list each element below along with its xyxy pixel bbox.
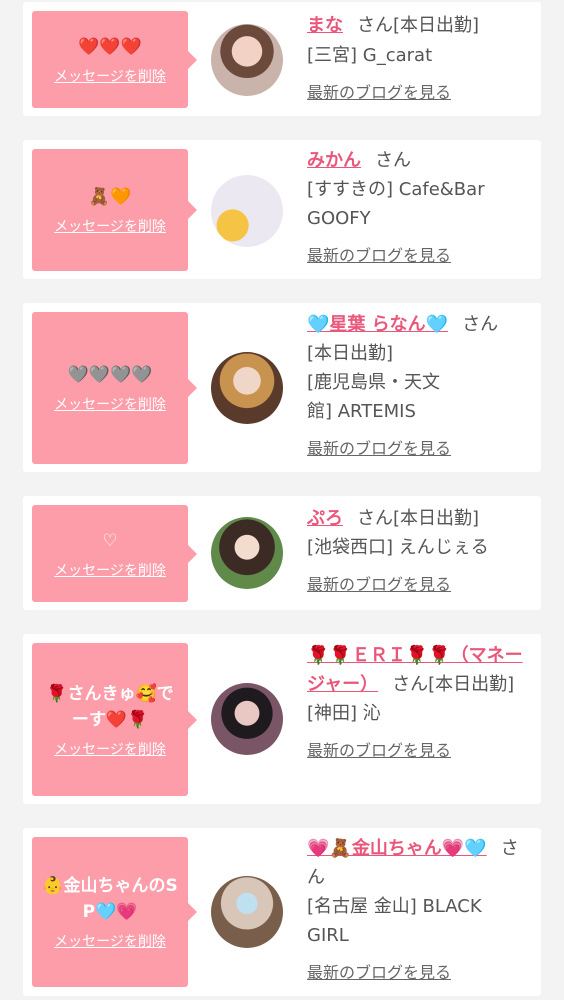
honorific: さん [392,674,429,695]
message-bubble: 🌹さんきゅ🥰でーす❤️🌹 メッセージを削除 [32,643,197,796]
avatar[interactable] [211,876,283,948]
status-text: [本日出勤] [307,343,394,364]
status-text: [本日出勤] [393,15,480,36]
avatar[interactable] [211,175,283,247]
blog-link[interactable]: 最新のブログを見る [307,958,535,987]
message-card: ♡ メッセージを削除 ぷろ さん[本日出勤] [池袋西口] えんじぇる 最新のブロ… [23,496,541,610]
blog-link[interactable]: 最新のブログを見る [307,570,535,599]
shop-text: [池袋西口] えんじぇる [307,537,489,558]
honorific: さん [357,508,393,529]
message-card: ❤️❤️❤️ メッセージを削除 まな さん[本日出勤] [三宮] G_carat … [23,2,541,116]
delete-message-link[interactable]: メッセージを削除 [54,560,166,580]
message-text: 🧸🧡 [88,187,132,207]
message-text: 🩶🩶🩶🩶 [67,365,153,385]
honorific: さん [375,150,411,171]
shop-text: [すすきの] Cafe&Bar [307,179,485,200]
message-card: 🧸🧡 メッセージを削除 みかん さん [すすきの] Cafe&Bar GOOFY … [23,140,541,279]
cast-info: ぷろ さん[本日出勤] [池袋西口] えんじぇる 最新のブログを見る [307,504,535,599]
message-bubble: 🩶🩶🩶🩶 メッセージを削除 [32,312,197,464]
message-bubble: ♡ メッセージを削除 [32,505,197,602]
cast-info: まな さん[本日出勤] [三宮] G_carat 最新のブログを見る [307,11,535,107]
cast-name-link[interactable]: ぷろ [307,508,343,529]
avatar[interactable] [211,517,283,589]
shop-text: GIRL [307,925,349,946]
blog-link[interactable]: 最新のブログを見る [307,241,535,270]
message-card: 👶金山ちゃんのSP🩵💗 メッセージを削除 💗🧸金山ちゃん💗🩵 さん [名古屋 金山… [23,828,541,996]
message-bubble: 👶金山ちゃんのSP🩵💗 メッセージを削除 [32,837,197,987]
message-bubble: 🧸🧡 メッセージを削除 [32,149,197,271]
status-text: [本日出勤] [393,508,480,529]
shop-text: GOOFY [307,208,371,229]
delete-message-link[interactable]: メッセージを削除 [54,394,166,414]
status-text: [本日出勤] [428,674,515,695]
shop-text: [三宮] G_carat [307,45,433,66]
blog-link[interactable]: 最新のブログを見る [307,434,535,463]
shop-text: [神田] 沁 [307,703,381,724]
shop-text: [名古屋 金山] BLACK [307,896,482,917]
message-card: 🌹さんきゅ🥰でーす❤️🌹 メッセージを削除 🌹🌹ＥＲＩ🌹🌹（マネージャー） さん[… [23,634,541,804]
honorific: さん [357,15,393,36]
shop-text: [鹿児島県・天文館] ARTEMIS [307,372,441,422]
message-text: 🌹さんきゅ🥰でーす❤️🌹 [46,683,174,730]
blog-link[interactable]: 最新のブログを見る [307,78,535,107]
avatar[interactable] [211,683,283,755]
cast-name-link[interactable]: まな [307,15,343,36]
cast-info: 🩵星葉 らなん🩵 さん [本日出勤] [鹿児島県・天文館] ARTEMIS 最新の… [307,310,535,463]
avatar[interactable] [211,352,283,424]
delete-message-link[interactable]: メッセージを削除 [54,216,166,236]
honorific: さん [462,314,499,335]
message-text: ♡ [102,530,118,551]
cast-info: みかん さん [すすきの] Cafe&Bar GOOFY 最新のブログを見る [307,146,535,270]
message-card: 🩶🩶🩶🩶 メッセージを削除 🩵星葉 らなん🩵 さん [本日出勤] [鹿児島県・天文… [23,303,541,472]
delete-message-link[interactable]: メッセージを削除 [54,739,166,759]
message-text: 👶金山ちゃんのSP🩵💗 [42,876,178,922]
message-bubble: ❤️❤️❤️ メッセージを削除 [32,11,197,108]
cast-info: 🌹🌹ＥＲＩ🌹🌹（マネージャー） さん[本日出勤] [神田] 沁 最新のブログを見る [307,641,535,765]
delete-message-link[interactable]: メッセージを削除 [54,931,166,951]
delete-message-link[interactable]: メッセージを削除 [54,66,166,86]
message-text: ❤️❤️❤️ [78,36,142,57]
cast-name-link[interactable]: 💗🧸金山ちゃん💗🩵 [307,838,487,859]
cast-name-link[interactable]: 🩵星葉 らなん🩵 [307,314,448,335]
cast-info: 💗🧸金山ちゃん💗🩵 さん [名古屋 金山] BLACK GIRL 最新のブログを見… [307,834,535,987]
blog-link[interactable]: 最新のブログを見る [307,736,535,765]
avatar[interactable] [211,24,283,96]
cast-name-link[interactable]: みかん [307,150,361,171]
